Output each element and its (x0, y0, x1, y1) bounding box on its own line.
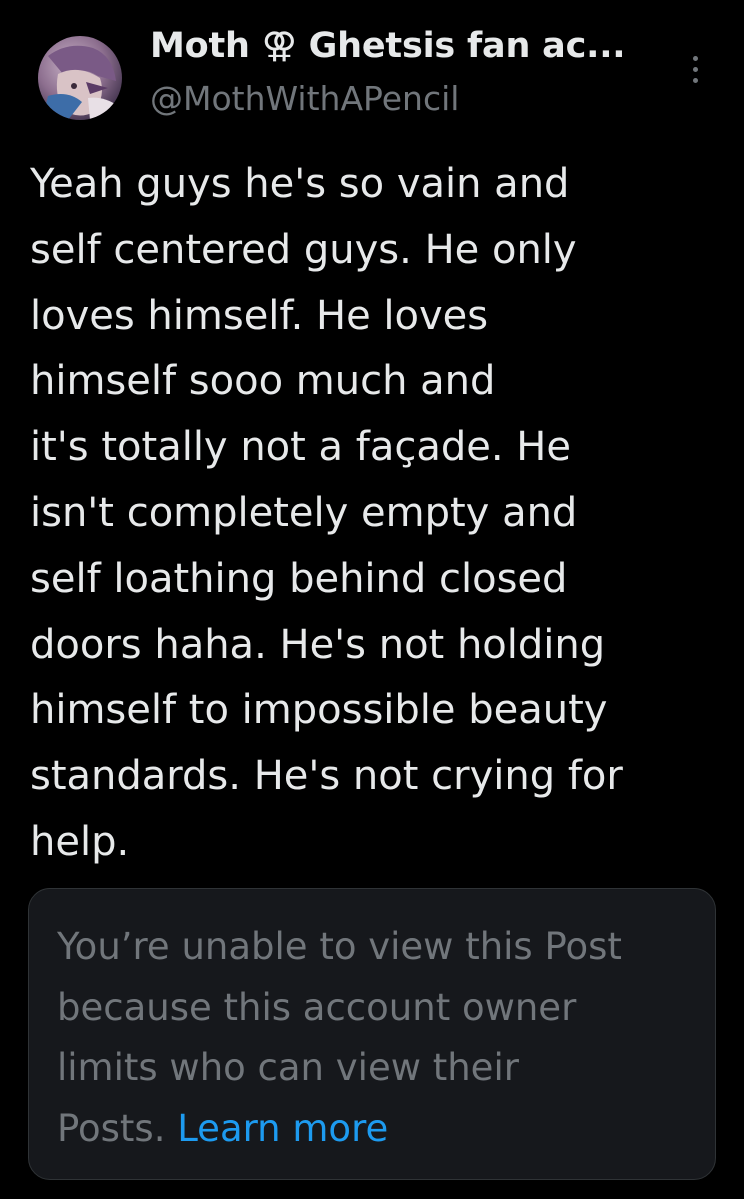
tweet-line: it's totally not a façade. He (30, 424, 571, 471)
author-display-name[interactable]: Moth ⚢ Ghetsis fan ac... (150, 26, 626, 66)
tweet-line: himself sooo much and (30, 358, 496, 405)
tweet-line: self loathing behind closed (30, 555, 568, 602)
more-vertical-icon[interactable] (684, 52, 708, 88)
author-handle[interactable]: @MothWithAPencil (150, 79, 459, 118)
tweet-line: loves himself. He loves (30, 292, 489, 339)
avatar[interactable] (38, 36, 122, 120)
tweet-text: Yeah guys he's so vain and self centered… (30, 152, 730, 876)
tweet-line: himself to impossible beauty (30, 687, 608, 734)
tweet-line: standards. He's not crying for (30, 753, 623, 800)
unavailable-notice-text: You’re unable to view this Post because … (57, 917, 622, 1160)
notice-line: because this account owner (57, 985, 577, 1029)
notice-line: Posts. (57, 1107, 178, 1151)
tweet-line: doors haha. He's not holding (30, 621, 606, 668)
learn-more-link[interactable]: Learn more (177, 1107, 388, 1150)
notice-line: limits who can view their (57, 1046, 519, 1090)
notice-line: You’re unable to view this Post (57, 925, 622, 968)
notice-last-line: Posts. Learn more (57, 1099, 622, 1160)
unavailable-quote-card: You’re unable to view this Post because … (28, 888, 716, 1180)
tweet-line: self centered guys. He only (30, 226, 577, 273)
tweet-line: isn't completely empty and (30, 489, 578, 536)
tweet-line: help. (30, 818, 130, 865)
tweet-line: Yeah guys he's so vain and (30, 161, 570, 207)
